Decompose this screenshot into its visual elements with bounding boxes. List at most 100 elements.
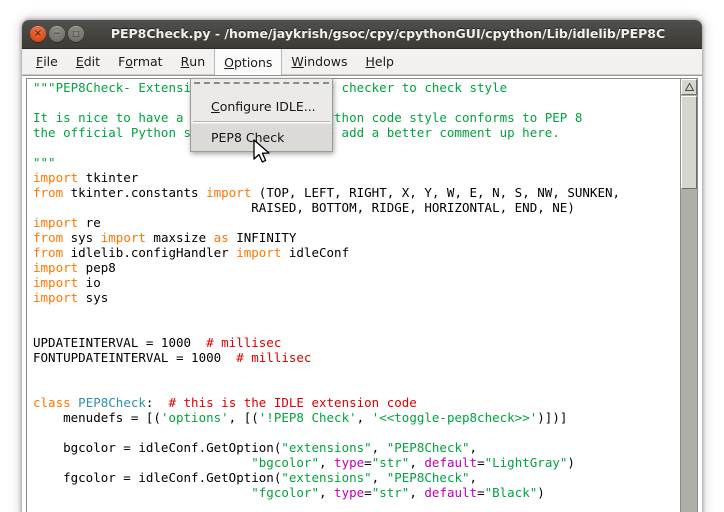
- code-editor[interactable]: """PEP8Check- Extension to run PEP8 code…: [26, 78, 680, 512]
- code-token: ,: [371, 470, 387, 485]
- code-token: idlelib.configHandler: [63, 245, 237, 260]
- menubar-item-file[interactable]: File: [27, 49, 67, 74]
- scroll-up-arrow-icon[interactable]: [681, 79, 697, 95]
- menubar-item-windows[interactable]: Windows: [282, 49, 356, 74]
- code-token: PEP8Check: [78, 395, 146, 410]
- code-line: RAISED, BOTTOM, RIDGE, HORIZONTAL, END, …: [33, 200, 620, 215]
- menu-label-rest: ptions: [233, 54, 273, 70]
- menu-mnemonic: o: [125, 54, 133, 69]
- code-token: from: [33, 230, 64, 245]
- code-token: # this is the IDLE extension code: [168, 395, 417, 410]
- code-token: :: [145, 395, 169, 410]
- screen: × − □ PEP8Check.py - /home/jaykrish/gsoc…: [0, 0, 724, 512]
- code-token: INFINITY: [228, 230, 297, 245]
- menubar-item-options[interactable]: Options: [214, 49, 283, 75]
- code-token: from: [33, 245, 64, 260]
- code-line: import pep8: [33, 260, 620, 275]
- code-token: "fgcolor": [251, 485, 319, 500]
- menubar-item-format[interactable]: Fo rmat: [109, 49, 172, 74]
- code-line: menudefs = [('options', [('!PEP8 Check',…: [33, 410, 620, 425]
- code-token: =: [364, 485, 372, 500]
- menubar-item-edit[interactable]: Edit: [67, 49, 109, 74]
- menu-mnemonic: H: [365, 54, 375, 69]
- menu-separator: [193, 121, 330, 123]
- code-token: type: [334, 455, 365, 470]
- window-title: PEP8Check.py - /home/jaykrish/gsoc/cpy/c…: [110, 26, 666, 41]
- code-line: import re: [33, 215, 620, 230]
- code-line: from tkinter.constants import (TOP, LEFT…: [33, 185, 620, 200]
- code-token: import: [33, 260, 79, 275]
- code-token: ,: [409, 485, 425, 500]
- code-token: ): [537, 485, 545, 500]
- code-token: pep8: [78, 260, 116, 275]
- code-line: import sys: [33, 290, 620, 305]
- code-token: import: [33, 170, 79, 185]
- code-line: fgcolor = idleConf.GetOption("extensions…: [33, 470, 620, 485]
- code-token: )])]: [537, 410, 568, 425]
- scrollbar-thumb[interactable]: [681, 96, 697, 189]
- code-token: import: [33, 290, 79, 305]
- code-token: "bgcolor": [251, 455, 319, 470]
- code-token: from: [33, 185, 64, 200]
- code-token: # millisec: [236, 350, 312, 365]
- vertical-scrollbar[interactable]: [680, 78, 698, 512]
- code-token: =: [477, 485, 485, 500]
- code-token: =: [364, 455, 372, 470]
- code-token: idleConf: [281, 245, 350, 260]
- menu-option-label: PEP8 Check: [211, 130, 285, 145]
- code-token: ,: [469, 470, 478, 485]
- code-token: ,: [318, 455, 335, 470]
- code-token: import: [33, 275, 79, 290]
- code-line: from idlelib.configHandler import idleCo…: [33, 245, 620, 260]
- code-token: import: [33, 215, 79, 230]
- code-line: bgcolor = idleConf.GetOption("extensions…: [33, 440, 620, 455]
- menubar-item-help[interactable]: Help: [356, 49, 403, 74]
- code-token: io: [78, 275, 101, 290]
- code-token: ,: [356, 410, 372, 425]
- code-line: "fgcolor", type="str", default="Black"): [33, 485, 620, 500]
- code-token: default: [424, 455, 478, 470]
- code-token: 'options': [160, 410, 229, 425]
- menu-label-rest: elp: [374, 54, 394, 69]
- code-token: "extensions": [281, 470, 372, 485]
- code-token: fgcolor = idleConf.GetOption(: [33, 470, 282, 485]
- menu-option-configure-idle[interactable]: Configure IDLE...: [191, 93, 332, 120]
- code-token: "LightGray": [484, 455, 568, 470]
- code-token: sys: [78, 290, 109, 305]
- menubar: File Edit Fo rmat Run Options Windows Help: [22, 49, 702, 75]
- menu-option-label: onfigure IDLE...: [219, 99, 316, 114]
- menu-label-rest: ile: [43, 54, 58, 69]
- menu-label-rest: dit: [83, 54, 101, 69]
- menubar-item-run[interactable]: Run: [172, 49, 215, 74]
- code-token: # millisec: [206, 335, 282, 350]
- menu-mnemonic: F: [36, 54, 44, 69]
- menu-option-pep8-check[interactable]: PEP8 Check: [191, 124, 332, 151]
- code-token: RAISED, BOTTOM, RIDGE, HORIZONTAL, END, …: [33, 200, 575, 215]
- menu-mnemonic: E: [75, 54, 84, 69]
- code-token: ,: [318, 485, 335, 500]
- code-token: ,: [469, 440, 478, 455]
- menu-label-pre: F: [118, 54, 126, 69]
- code-token: maxsize: [145, 230, 214, 245]
- code-token: =: [477, 455, 485, 470]
- code-token: "extensions": [281, 440, 372, 455]
- options-dropdown-menu: Configure IDLE... PEP8 Check: [190, 78, 333, 152]
- code-token: bgcolor = idleConf.GetOption(: [33, 440, 282, 455]
- code-token: '!PEP8 Check': [258, 410, 357, 425]
- code-token: "str": [371, 455, 410, 470]
- code-token: """: [33, 155, 56, 170]
- menu-mnemonic: W: [291, 54, 304, 69]
- idle-editor-window: × − □ PEP8Check.py - /home/jaykrish/gsoc…: [22, 20, 702, 512]
- code-token: class: [33, 395, 71, 410]
- menu-tearoff-handle[interactable]: [194, 82, 329, 91]
- code-token: , [(: [228, 410, 259, 425]
- window-titlebar[interactable]: × − □ PEP8Check.py - /home/jaykrish/gsoc…: [22, 20, 702, 49]
- menu-label-rest: indows: [303, 54, 348, 69]
- code-token: ,: [371, 440, 387, 455]
- menu-label-rest: un: [189, 54, 206, 69]
